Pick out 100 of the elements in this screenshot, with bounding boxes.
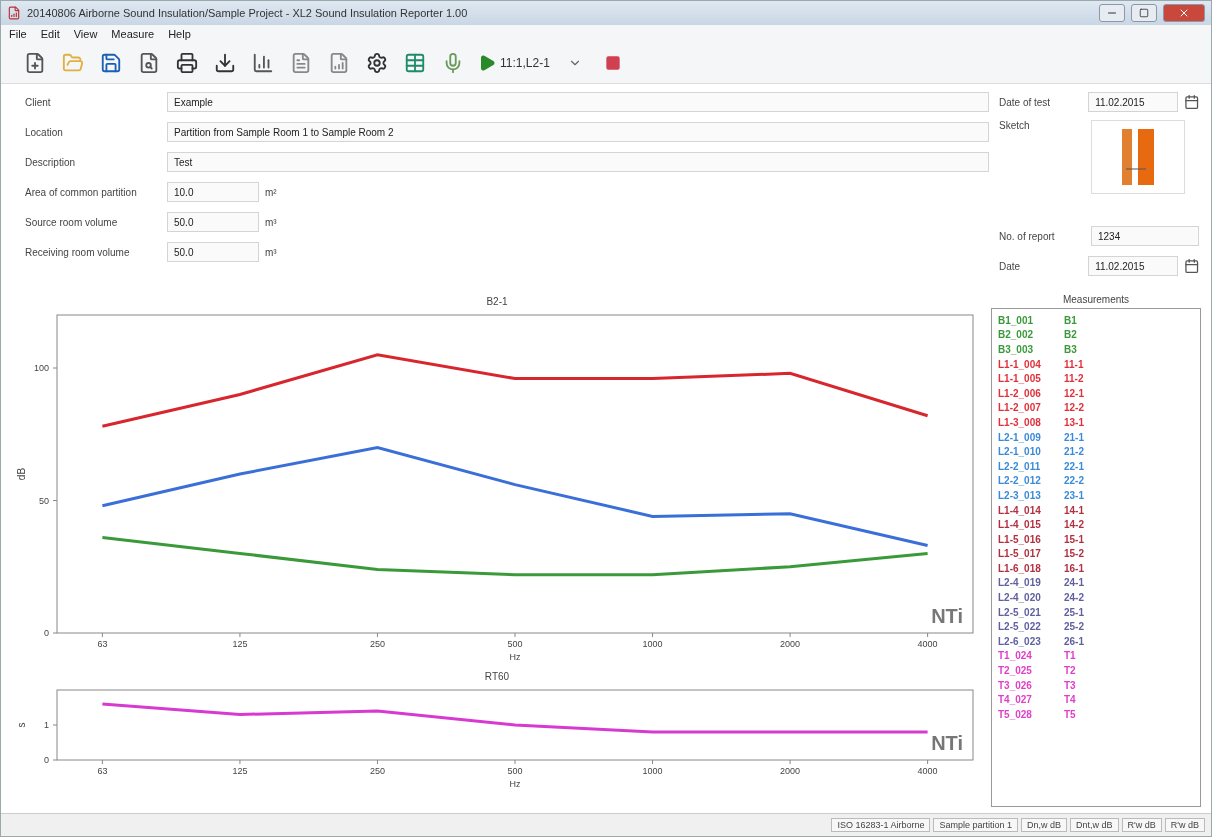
measurement-tag: 15-1 (1064, 533, 1084, 545)
measurement-tag: 22-2 (1064, 475, 1084, 487)
measurement-name[interactable]: B1_001 (998, 314, 1054, 326)
tick-label: 125 (232, 766, 248, 776)
measurement-name[interactable]: L2-5_022 (998, 621, 1054, 633)
measurement-tag: 16-1 (1064, 562, 1084, 574)
measurement-name[interactable]: L2-3_013 (998, 489, 1054, 501)
tick-label: 0 (44, 755, 49, 765)
measurement-name[interactable]: L2-6_023 (998, 635, 1054, 647)
measurement-tag: 15-2 (1064, 548, 1084, 560)
date-field[interactable]: 11.02.2015 (1088, 256, 1178, 276)
app-icon (7, 6, 21, 20)
measurement-tag: 21-2 (1064, 446, 1084, 458)
field-label: Client (25, 96, 52, 108)
tick-label: 63 (97, 766, 108, 776)
text-field[interactable]: Test (167, 152, 989, 172)
measurement-tag: B1 (1064, 314, 1077, 326)
unit-label: m³ (265, 246, 277, 258)
measurement-tag: 14-1 (1064, 504, 1084, 516)
menu-item[interactable]: View (73, 28, 98, 40)
settings-icon (366, 52, 388, 74)
status-field: Sample partition 1 (933, 818, 1018, 832)
measurement-tag: 11-2 (1064, 373, 1084, 385)
measurement-name[interactable]: L1-3_008 (998, 416, 1054, 428)
tick-label: 500 (507, 766, 523, 776)
measurement-name[interactable]: L1-5_016 (998, 533, 1054, 545)
printer-icon (176, 52, 198, 74)
run-button[interactable]: 11:1,L2-1 (475, 47, 553, 79)
field-label: Sketch (999, 120, 1031, 131)
measurement-name[interactable]: L2-5_021 (998, 606, 1054, 618)
brand-logo: NTi (931, 605, 963, 628)
measurement-tag: 13-1 (1064, 416, 1084, 428)
tick-label: 100 (33, 363, 49, 373)
text-field[interactable]: Example (167, 92, 989, 112)
text-field[interactable]: 1234 (1091, 226, 1199, 246)
measurement-name[interactable]: L2-1_009 (998, 431, 1054, 443)
measurement-tag: 26-1 (1064, 635, 1084, 647)
menu-item[interactable]: File (9, 28, 27, 40)
menu-item[interactable]: Measure (111, 28, 155, 40)
text-field[interactable]: Partition from Sample Room 1 to Sample Room 2 (167, 122, 989, 142)
measurement-tag: 25-2 (1064, 621, 1084, 633)
tick-label: 4000 (917, 639, 938, 649)
tick-label: 125 (232, 639, 248, 649)
tick-label: 2000 (780, 639, 801, 649)
measurement-name[interactable]: L1-2_006 (998, 387, 1054, 399)
measurement-name[interactable]: L1-2_007 (998, 402, 1054, 414)
status-field: Dn,w dB (1021, 818, 1067, 832)
field-label: No. of report (999, 230, 1056, 242)
measurement-name[interactable]: T2_025 (998, 665, 1054, 677)
measurement-name[interactable]: T4_027 (998, 694, 1054, 706)
field-label: Date of test (999, 96, 1052, 108)
calendar-icon[interactable] (1183, 94, 1199, 110)
field-label: Date (999, 260, 1022, 272)
measurement-name[interactable]: L1-1_005 (998, 373, 1054, 385)
bar-chart-icon (252, 52, 274, 74)
save-icon (100, 52, 122, 74)
tick-label: 50 (39, 495, 49, 506)
maximize-button[interactable] (1131, 4, 1157, 22)
measurement-name[interactable]: L2-2_011 (998, 460, 1054, 472)
field-label: Area of common partition (25, 186, 138, 198)
measurement-name[interactable]: L2-4_020 (998, 592, 1054, 604)
minimize-button[interactable] (1099, 4, 1125, 22)
date-field[interactable]: 11.02.2015 (1088, 92, 1178, 112)
measurement-name[interactable]: L1-1_004 (998, 358, 1054, 370)
maximize-icon (1139, 8, 1149, 18)
calendar-icon[interactable] (1183, 258, 1199, 274)
measurement-name[interactable]: L2-1_010 (998, 446, 1054, 458)
close-icon (1178, 7, 1190, 19)
measurement-tag: T5 (1064, 708, 1076, 720)
measurement-name[interactable]: B2_002 (998, 329, 1054, 341)
tick-label: 1 (44, 720, 49, 730)
measurement-tag: 22-1 (1064, 460, 1084, 472)
axis-label: Hz (509, 779, 521, 789)
measurement-name[interactable]: L1-4_015 (998, 519, 1054, 531)
menu-item[interactable]: Help (168, 28, 191, 40)
measurement-name[interactable]: L1-6_018 (998, 562, 1054, 574)
close-button[interactable] (1163, 4, 1205, 22)
measurement-name[interactable]: L2-2_012 (998, 475, 1054, 487)
window-title: 20140806 Airborne Sound Insulation/Sample Project - XL2 Sound Insulation Reporter 1.00 (27, 7, 469, 19)
spreadsheet-icon (404, 52, 426, 74)
measurement-name[interactable]: L1-4_014 (998, 504, 1054, 516)
measurement-name[interactable]: L1-5_017 (998, 548, 1054, 560)
measurement-name[interactable]: T1_024 (998, 650, 1054, 662)
text-field[interactable]: 50.0 (167, 212, 259, 232)
measurement-tag: 11-1 (1064, 358, 1084, 370)
text-field[interactable]: 10.0 (167, 182, 259, 202)
text-field[interactable]: 50.0 (167, 242, 259, 262)
field-label: Location (25, 126, 64, 138)
stop-icon (604, 55, 621, 71)
menu-item[interactable]: Edit (40, 28, 60, 40)
measurement-tag: B2 (1064, 329, 1077, 341)
measurement-name[interactable]: L2-4_019 (998, 577, 1054, 589)
measurement-tag: T1 (1064, 650, 1076, 662)
document-icon (290, 52, 312, 74)
measurement-tag: B3 (1064, 344, 1077, 355)
measurement-name[interactable]: T3_026 (998, 679, 1054, 691)
measurement-name[interactable]: T5_028 (998, 708, 1054, 720)
field-label: Description (25, 156, 77, 168)
tick-label: 2000 (780, 766, 801, 776)
measurement-name[interactable]: B3_003 (998, 344, 1054, 355)
